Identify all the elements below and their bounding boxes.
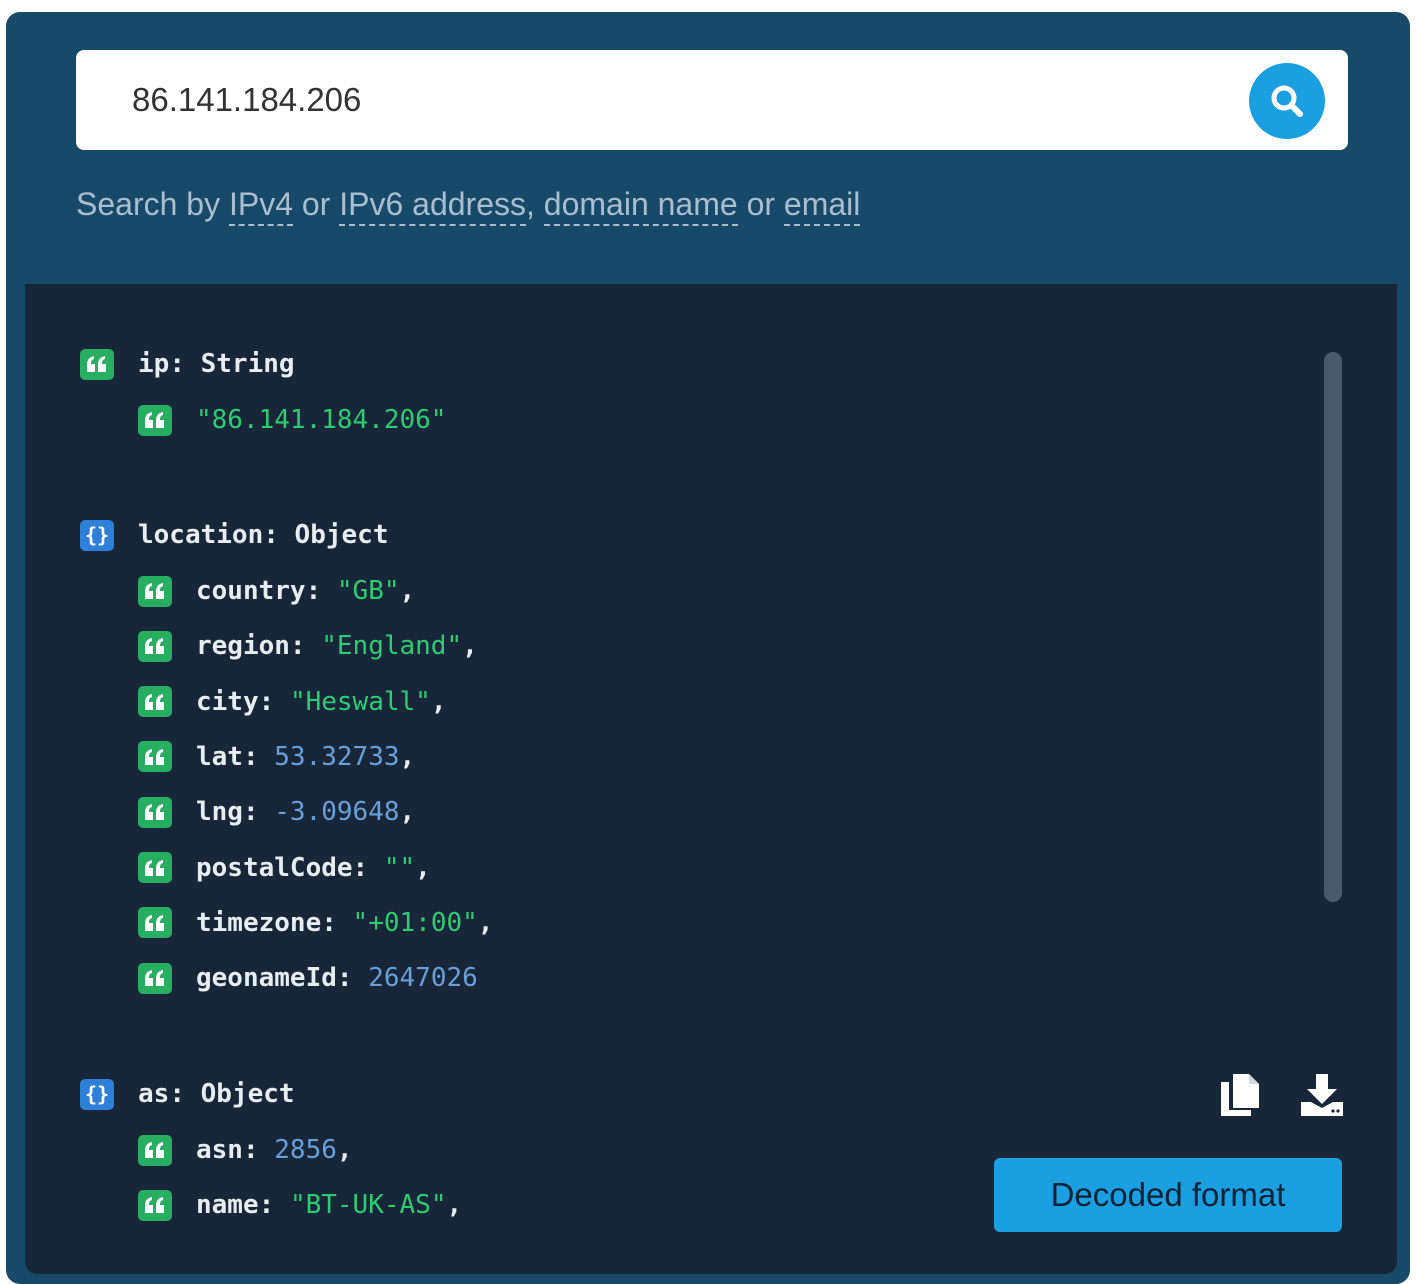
field-key: lng [196, 797, 243, 828]
field-separator: , [462, 631, 478, 662]
json-field-timezone[interactable]: timezone: "+01:00", [138, 903, 493, 943]
field-key: geonameId [196, 963, 337, 994]
json-field-lat[interactable]: lat: 53.32733, [138, 737, 415, 777]
field-key: country [196, 576, 306, 606]
quote-icon [138, 741, 172, 773]
json-node-as[interactable]: {} as: Object [80, 1074, 295, 1114]
field-key: timezone [196, 907, 322, 938]
field-value: "Heswall" [289, 686, 431, 717]
json-field-country[interactable]: country: "GB", [138, 571, 415, 611]
field-value: "BT-UK-AS" [289, 1190, 447, 1221]
quote-icon [138, 630, 172, 662]
quote-icon [138, 686, 172, 718]
result-panel: ip: String "86.141.184.206" {} location:… [25, 284, 1397, 1274]
json-field-geonameId[interactable]: geonameId: 2647026 [138, 958, 478, 998]
email-link[interactable]: email [783, 186, 861, 226]
field-value: "GB" [336, 576, 400, 606]
json-field-postalCode[interactable]: postalCode: "", [138, 848, 431, 888]
quote-icon [138, 404, 172, 436]
field-separator: , [415, 852, 431, 883]
field-separator: , [399, 797, 416, 828]
json-field-city[interactable]: city: "Heswall", [138, 682, 446, 722]
ip-lookup-widget: Search by IPv4 or IPv6 address, domain n… [6, 12, 1410, 1284]
search-button[interactable] [1249, 63, 1325, 139]
field-separator: , [399, 741, 416, 772]
object-braces-icon: {} [80, 519, 114, 551]
json-field-name[interactable]: name: "BT-UK-AS", [138, 1185, 462, 1225]
field-separator: , [477, 907, 494, 938]
quote-icon [138, 907, 172, 939]
field-separator: , [399, 576, 416, 606]
field-value: "+01:00" [352, 907, 478, 938]
domain-link[interactable]: domain name [543, 186, 738, 226]
scrollbar-thumb[interactable] [1324, 352, 1342, 902]
field-key: city [196, 686, 259, 717]
quote-icon [138, 575, 172, 607]
search-box [76, 50, 1348, 150]
field-value: "England" [321, 631, 463, 662]
copy-icon[interactable] [1221, 1074, 1259, 1121]
ipv4-link[interactable]: IPv4 [228, 186, 293, 226]
quote-icon [138, 1189, 172, 1221]
quote-icon [138, 796, 172, 828]
field-key: postalCode [196, 852, 353, 883]
field-key: lat [196, 741, 243, 772]
ipv6-link[interactable]: IPv6 address [339, 186, 526, 226]
field-key: asn [196, 1135, 243, 1165]
json-value-ip: "86.141.184.206" [138, 400, 446, 440]
json-node-ip[interactable]: ip: String [80, 344, 295, 384]
field-key: region [196, 631, 290, 662]
field-value: 2856 [274, 1135, 337, 1165]
object-braces-icon: {} [80, 1078, 114, 1110]
field-separator: , [446, 1190, 463, 1221]
json-field-lng[interactable]: lng: -3.09648, [138, 792, 415, 832]
quote-icon [80, 348, 114, 380]
field-value: -3.09648 [274, 797, 400, 828]
field-value: "" [383, 852, 416, 883]
search-input[interactable] [132, 74, 1222, 126]
json-node-location[interactable]: {} location: Object [80, 515, 388, 555]
field-key: name [196, 1190, 259, 1221]
search-icon [1271, 85, 1303, 117]
quote-icon [138, 962, 172, 994]
download-icon[interactable] [1301, 1074, 1343, 1121]
field-value: 2647026 [368, 963, 478, 994]
field-separator: , [430, 686, 447, 717]
field-separator: , [336, 1135, 353, 1165]
search-hint: Search by IPv4 or IPv6 address, domain n… [76, 186, 861, 226]
decoded-format-button[interactable]: Decoded format [994, 1158, 1342, 1232]
quote-icon [138, 1134, 172, 1166]
quote-icon [138, 852, 172, 883]
json-field-asn[interactable]: asn: 2856, [138, 1130, 353, 1170]
field-value: 53.32733 [274, 741, 400, 772]
json-field-region[interactable]: region: "England", [138, 626, 478, 666]
